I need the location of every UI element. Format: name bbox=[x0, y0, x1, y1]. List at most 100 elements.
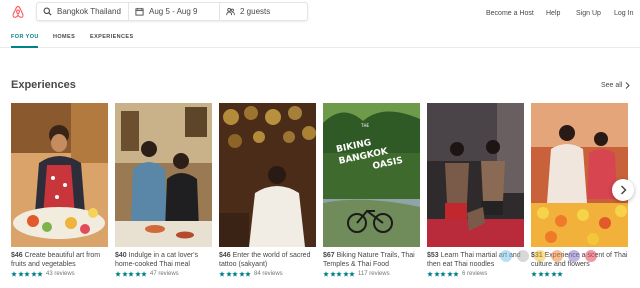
star-icon bbox=[329, 271, 336, 277]
chevron-right-icon bbox=[626, 82, 631, 89]
see-all-label: See all bbox=[601, 82, 623, 89]
star-icon bbox=[323, 271, 329, 277]
star-icon bbox=[544, 271, 550, 277]
star-icon bbox=[349, 271, 355, 277]
card-title: Create beautiful art from fruits and veg… bbox=[11, 252, 101, 268]
star-rating bbox=[427, 271, 459, 277]
tab-experiences[interactable]: EXPERIENCES bbox=[90, 34, 134, 40]
search-icon bbox=[43, 7, 52, 16]
star-rating bbox=[531, 271, 563, 277]
sign-up-link[interactable]: Sign Up bbox=[576, 10, 601, 17]
experience-photo[interactable] bbox=[531, 103, 628, 247]
carousel-next-button[interactable] bbox=[612, 179, 634, 201]
card-title: Biking Nature Trails, Thai Temples & Tha… bbox=[323, 252, 415, 268]
star-icon bbox=[238, 271, 245, 277]
review-count: 6 reviews bbox=[462, 271, 488, 277]
card-title: Indulge in a cat lover's home-cooked Tha… bbox=[115, 252, 199, 268]
review-count: 43 reviews bbox=[46, 271, 75, 277]
tab-for-you[interactable]: FOR YOU bbox=[11, 34, 39, 40]
experience-photo[interactable] bbox=[427, 103, 524, 247]
category-tabs: FOR YOU HOMES EXPERIENCES bbox=[0, 27, 640, 48]
photo-overlay-small: THE bbox=[360, 123, 369, 128]
star-icon bbox=[219, 271, 225, 277]
card-rating: 47 reviews bbox=[115, 271, 212, 277]
star-icon bbox=[17, 271, 24, 277]
card-description: $46 Enter the world of sacred tattoo (sa… bbox=[219, 251, 316, 269]
review-count: 84 reviews bbox=[254, 271, 283, 277]
card-price: $46 bbox=[11, 252, 23, 259]
experience-card[interactable]: THE BIKING BANGKOK OASIS $67 Biking Natu… bbox=[323, 103, 420, 277]
review-count: 117 reviews bbox=[358, 271, 390, 277]
header: Bangkok Thailand Aug 5 - Aug 9 2 guests … bbox=[0, 0, 640, 26]
card-rating bbox=[531, 271, 628, 277]
star-icon bbox=[225, 271, 232, 277]
guests-field[interactable]: 2 guests bbox=[219, 3, 307, 20]
star-rating bbox=[11, 271, 43, 277]
review-count: 47 reviews bbox=[150, 271, 179, 277]
section-title: Experiences bbox=[11, 79, 76, 91]
watermark-dot bbox=[585, 250, 597, 262]
watermark-dot bbox=[534, 250, 546, 262]
card-price: $53 bbox=[427, 252, 439, 259]
card-rating: 117 reviews bbox=[323, 271, 420, 277]
dates-value: Aug 5 - Aug 9 bbox=[149, 7, 198, 16]
experience-card[interactable]: $46 Create beautiful art from fruits and… bbox=[11, 103, 108, 277]
card-price: $46 bbox=[219, 252, 231, 259]
star-icon bbox=[37, 271, 43, 277]
star-icon bbox=[427, 271, 433, 277]
watermark-dot bbox=[517, 250, 529, 262]
dates-field[interactable]: Aug 5 - Aug 9 bbox=[128, 3, 219, 20]
card-description: $40 Indulge in a cat lover's home-cooked… bbox=[115, 251, 212, 269]
card-price: $40 bbox=[115, 252, 127, 259]
card-rating: 6 reviews bbox=[427, 271, 524, 277]
experience-photo[interactable] bbox=[219, 103, 316, 247]
star-icon bbox=[24, 271, 30, 277]
star-rating bbox=[219, 271, 251, 277]
location-field[interactable]: Bangkok Thailand bbox=[37, 3, 128, 20]
experience-photo[interactable] bbox=[115, 103, 212, 247]
card-rating: 84 reviews bbox=[219, 271, 316, 277]
experience-photo[interactable] bbox=[11, 103, 108, 247]
log-in-link[interactable]: Log In bbox=[614, 10, 633, 17]
star-icon bbox=[342, 271, 349, 277]
star-icon bbox=[128, 271, 134, 277]
chevron-right-icon bbox=[620, 185, 627, 195]
star-rating bbox=[115, 271, 147, 277]
card-title: Enter the world of sacred tattoo (sakyan… bbox=[219, 252, 311, 268]
star-icon bbox=[134, 271, 141, 277]
card-price: $67 bbox=[323, 252, 335, 259]
star-icon bbox=[11, 271, 17, 277]
star-icon bbox=[121, 271, 128, 277]
card-description: $46 Create beautiful art from fruits and… bbox=[11, 251, 108, 269]
star-icon bbox=[115, 271, 121, 277]
star-icon bbox=[557, 271, 563, 277]
guests-icon bbox=[226, 7, 235, 16]
star-rating bbox=[323, 271, 355, 277]
experience-card[interactable]: $46 Enter the world of sacred tattoo (sa… bbox=[219, 103, 316, 277]
help-link[interactable]: Help bbox=[546, 10, 560, 17]
watermark-dot bbox=[500, 250, 512, 262]
star-icon bbox=[232, 271, 238, 277]
star-icon bbox=[433, 271, 440, 277]
watermark-dot bbox=[551, 250, 563, 262]
experience-card[interactable]: $40 Indulge in a cat lover's home-cooked… bbox=[115, 103, 212, 277]
tab-homes[interactable]: HOMES bbox=[53, 34, 75, 40]
card-rating: 43 reviews bbox=[11, 271, 108, 277]
see-all-link[interactable]: See all bbox=[601, 82, 631, 89]
search-bar[interactable]: Bangkok Thailand Aug 5 - Aug 9 2 guests bbox=[36, 2, 308, 21]
star-icon bbox=[141, 271, 147, 277]
calendar-icon bbox=[135, 7, 144, 16]
watermark-dot bbox=[568, 250, 580, 262]
watermark-dots bbox=[500, 250, 597, 262]
become-host-link[interactable]: Become a Host bbox=[486, 10, 534, 17]
star-icon bbox=[245, 271, 251, 277]
star-icon bbox=[531, 271, 537, 277]
card-description: $67 Biking Nature Trails, Thai Temples &… bbox=[323, 251, 420, 269]
star-icon bbox=[453, 271, 459, 277]
location-value: Bangkok Thailand bbox=[57, 7, 121, 16]
experience-photo[interactable]: THE BIKING BANGKOK OASIS bbox=[323, 103, 420, 247]
active-tab-indicator bbox=[11, 46, 38, 48]
guests-value: 2 guests bbox=[240, 7, 271, 16]
airbnb-logo-icon[interactable] bbox=[11, 5, 25, 19]
star-icon bbox=[30, 271, 37, 277]
